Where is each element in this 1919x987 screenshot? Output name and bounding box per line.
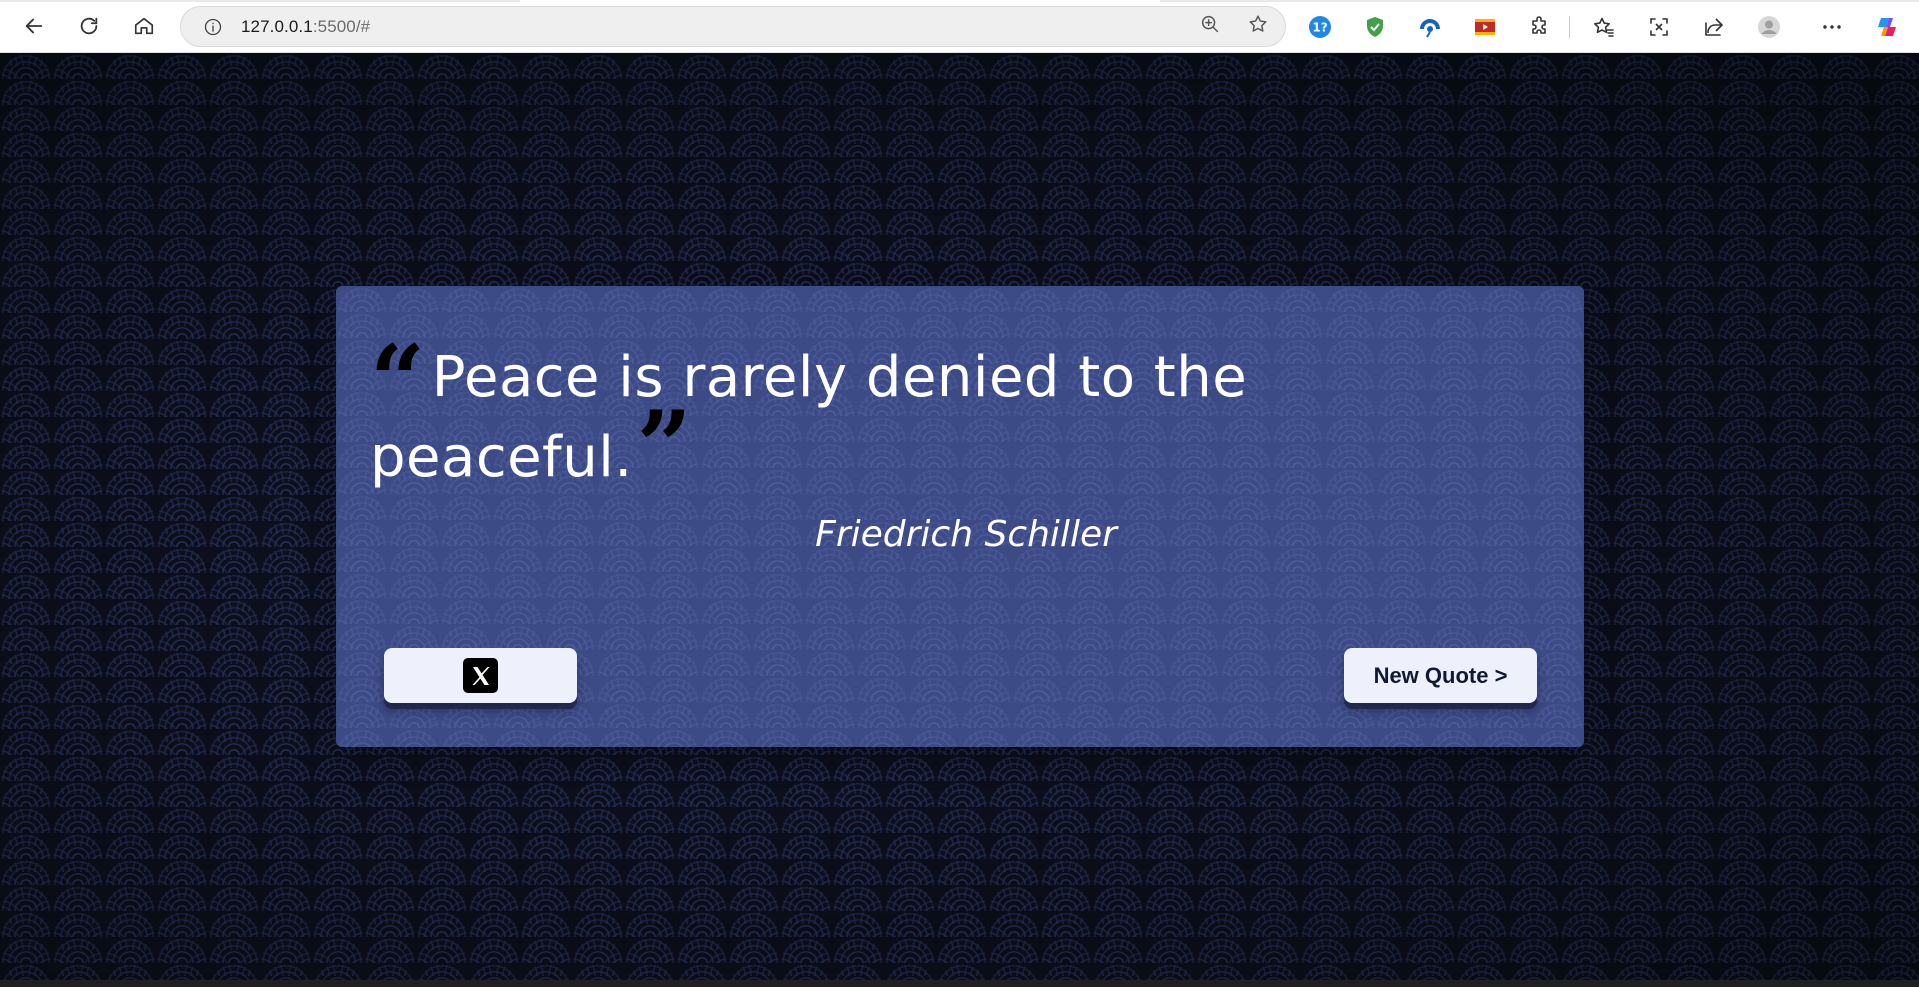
more-icon (1823, 24, 1841, 29)
screenshot-icon (1650, 17, 1668, 36)
copilot-icon (1878, 17, 1896, 36)
ext-3-icon (1420, 18, 1440, 38)
ext-video-button[interactable] (1465, 7, 1505, 47)
back-button[interactable] (14, 6, 54, 46)
browser-toolbar: 127.0.0.1:5500/# 1? (0, 0, 1919, 53)
tweet-button[interactable] (384, 648, 577, 703)
url-text[interactable]: 127.0.0.1:5500/# (241, 17, 370, 37)
new-quote-button[interactable]: New Quote > (1344, 648, 1537, 703)
quote-text: Peace is rarely denied to the peaceful. (370, 345, 1248, 490)
favorites-icon (1594, 17, 1614, 37)
quote-card: “Peace is rarely denied to the peaceful.… (336, 286, 1584, 747)
quote-author: Friedrich Schiller (815, 514, 1117, 555)
puzzle-icon (1532, 15, 1546, 34)
favorites-button[interactable] (1584, 7, 1624, 47)
screenshot-button[interactable] (1639, 7, 1679, 47)
home-button[interactable] (124, 6, 164, 46)
ext-video-icon (1475, 18, 1495, 35)
zoom-icon[interactable] (1199, 13, 1221, 40)
star-icon[interactable] (1247, 13, 1269, 40)
x-logo-icon (463, 658, 498, 693)
share-button[interactable] (1694, 7, 1734, 47)
home-icon (134, 17, 154, 35)
new-quote-label: New Quote > (1373, 662, 1508, 688)
profile-button[interactable] (1749, 7, 1789, 47)
share-icon (1705, 17, 1723, 36)
ext-1-button[interactable]: 1? (1300, 7, 1340, 47)
ext-1-icon: 1? (1309, 15, 1331, 38)
window-bottom-edge (0, 980, 1919, 987)
extensions-bar: 1? (1300, 0, 1919, 53)
extensions-button[interactable] (1520, 7, 1560, 47)
ext-shield-button[interactable] (1355, 7, 1395, 47)
toolbar-separator (1569, 15, 1570, 38)
copilot-button[interactable] (1867, 7, 1907, 47)
quote-block: “Peace is rarely denied to the peaceful.… (370, 324, 1248, 503)
svg-text:1?: 1? (1312, 20, 1327, 34)
profile-icon (1758, 15, 1780, 38)
reload-icon (80, 17, 98, 35)
address-bar[interactable]: 127.0.0.1:5500/# (180, 6, 1286, 47)
site-info-icon[interactable] (201, 15, 225, 39)
ext-shield-icon (1367, 16, 1383, 37)
more-button[interactable] (1812, 7, 1852, 47)
reload-button[interactable] (69, 6, 109, 46)
ext-3-button[interactable] (1410, 7, 1450, 47)
back-arrow-icon (25, 18, 43, 34)
